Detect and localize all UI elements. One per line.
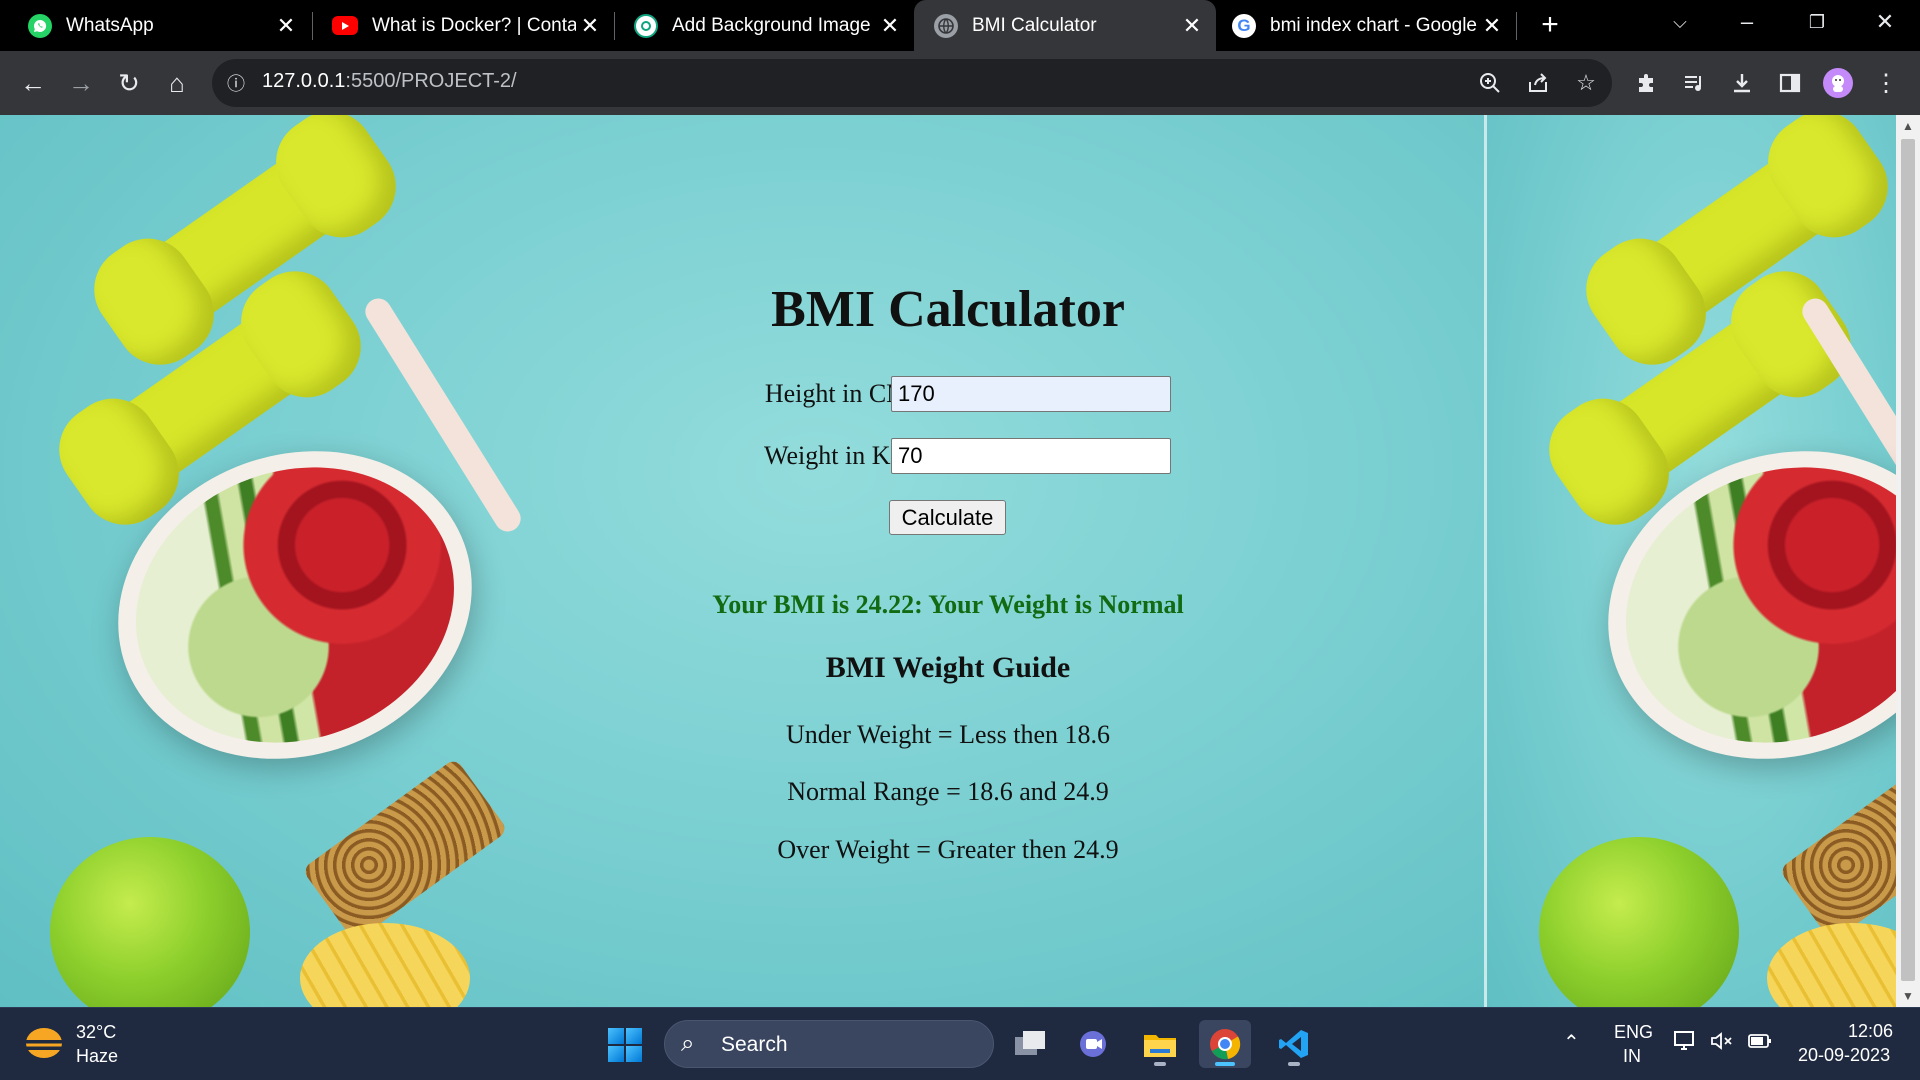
- url-host: 127.0.0.1: [262, 70, 346, 92]
- tab-title: WhatsApp: [66, 14, 154, 36]
- restore-button[interactable]: ❐: [1782, 0, 1852, 44]
- home-icon[interactable]: ⌂: [155, 61, 199, 105]
- clock-date[interactable]: 20-09-2023: [1798, 1045, 1890, 1066]
- url-text[interactable]: 127.0.0.1:5500/PROJECT-2/: [262, 70, 517, 93]
- file-explorer-icon[interactable]: [1134, 1020, 1186, 1068]
- background-image-tile-repeat: [1487, 115, 1896, 1007]
- granola-bar-image: [301, 757, 509, 943]
- tab-strip: WhatsApp ✕ What is Docker? | Contain ✕ A…: [0, 0, 1920, 51]
- clock-time[interactable]: 12:06: [1848, 1021, 1893, 1042]
- url-path: :5500/PROJECT-2/: [345, 70, 517, 92]
- chatgpt-icon: [634, 13, 658, 38]
- speaker-muted-icon[interactable]: [1710, 1030, 1734, 1057]
- show-hidden-icons-chevron-icon[interactable]: ⌃: [1563, 1030, 1580, 1055]
- weight-input[interactable]: [891, 438, 1171, 474]
- taskbar-search-box[interactable]: ⌕ Search: [664, 1020, 994, 1068]
- measuring-tape-image: [300, 923, 470, 1007]
- guide-overweight: Over Weight = Greater then 24.9: [777, 835, 1119, 864]
- close-tab-icon[interactable]: ✕: [272, 13, 300, 39]
- task-view-icon[interactable]: [1004, 1020, 1056, 1068]
- height-input[interactable]: [891, 376, 1171, 412]
- weather-condition[interactable]: Haze: [76, 1046, 118, 1067]
- page-title: BMI Calculator: [771, 281, 1125, 338]
- close-tab-icon[interactable]: ✕: [876, 13, 904, 39]
- media-queue-icon[interactable]: [1672, 61, 1716, 105]
- browser-toolbar: ← → ↻ ⌂ ⓘ 127.0.0.1:5500/PROJECT-2/ ☆ ⋮: [0, 51, 1920, 115]
- bookmark-star-icon[interactable]: ☆: [1564, 61, 1608, 105]
- page-scrollbar[interactable]: ▲ ▼: [1896, 115, 1920, 1007]
- side-panel-icon[interactable]: [1768, 61, 1812, 105]
- globe-icon: [934, 13, 958, 38]
- tab-separator: [1516, 12, 1517, 40]
- guide-underweight: Under Weight = Less then 18.6: [785, 720, 1111, 749]
- whatsapp-icon: [28, 13, 52, 38]
- extensions-puzzle-icon[interactable]: [1624, 61, 1668, 105]
- scroll-down-arrow-icon[interactable]: ▼: [1896, 985, 1920, 1007]
- new-tab-button[interactable]: +: [1532, 6, 1568, 44]
- minimize-button[interactable]: –: [1712, 0, 1782, 44]
- guide-normal: Normal Range = 18.6 and 24.9: [787, 777, 1109, 806]
- apple-image: [50, 837, 250, 1007]
- scroll-thumb[interactable]: [1901, 139, 1915, 981]
- windows-start-icon[interactable]: [608, 1028, 642, 1062]
- site-info-icon[interactable]: ⓘ: [214, 61, 258, 105]
- scroll-up-arrow-icon[interactable]: ▲: [1896, 115, 1920, 137]
- calculate-button[interactable]: Calculate: [889, 500, 1006, 535]
- google-icon: G: [1232, 13, 1256, 38]
- chrome-taskbar-icon[interactable]: [1199, 1020, 1251, 1068]
- apple-image: [1539, 837, 1739, 1007]
- back-arrow-icon[interactable]: ←: [11, 61, 55, 105]
- weight-guide-heading: BMI Weight Guide: [825, 651, 1071, 684]
- tab-title: bmi index chart - Google: [1270, 14, 1477, 36]
- tab-search-chevron-icon[interactable]: ⌵: [1645, 0, 1715, 44]
- battery-charging-icon[interactable]: [1747, 1030, 1773, 1057]
- background-image-tile: [0, 115, 1484, 1007]
- weather-haze-icon[interactable]: [26, 1028, 62, 1058]
- language-indicator[interactable]: ENG: [1614, 1022, 1653, 1043]
- avatar-icon: [1823, 68, 1853, 98]
- zoom-icon[interactable]: [1468, 61, 1512, 105]
- chrome-menu-icon[interactable]: ⋮: [1864, 61, 1908, 105]
- close-tab-icon[interactable]: ✕: [1178, 13, 1206, 39]
- search-label: Search: [721, 1033, 788, 1056]
- tab-background-image[interactable]: Add Background Image ir ✕: [614, 0, 914, 51]
- network-icon[interactable]: [1673, 1030, 1697, 1057]
- tab-title: Add Background Image ir: [672, 14, 876, 36]
- tab-bmi-calculator[interactable]: BMI Calculator ✕: [914, 0, 1216, 51]
- tab-whatsapp[interactable]: WhatsApp ✕: [0, 0, 310, 51]
- weather-temperature[interactable]: 32°C: [76, 1022, 116, 1043]
- close-window-button[interactable]: ✕: [1850, 0, 1920, 44]
- granola-bar-image: [1778, 757, 1896, 943]
- tab-title: BMI Calculator: [972, 14, 1097, 36]
- close-tab-icon[interactable]: ✕: [1478, 13, 1506, 39]
- reload-icon[interactable]: ↻: [107, 61, 151, 105]
- tab-docker-video[interactable]: What is Docker? | Contain ✕: [314, 0, 614, 51]
- profile-avatar[interactable]: [1816, 61, 1860, 105]
- web-page: BMI Calculator Height in CM : Weight in …: [0, 115, 1896, 1007]
- windows-taskbar: 32°C Haze ⌕ Search ⌃ ENG IN 12:06 20-09-…: [0, 1007, 1920, 1080]
- tab-separator: [312, 12, 313, 40]
- download-icon[interactable]: [1720, 61, 1764, 105]
- weight-row: Weight in KG :: [700, 438, 1196, 474]
- tab-title: What is Docker? | Contain: [372, 14, 576, 36]
- forward-arrow-icon[interactable]: →: [59, 61, 103, 105]
- share-icon[interactable]: [1516, 61, 1560, 105]
- search-icon: ⌕: [681, 1030, 695, 1057]
- close-tab-icon[interactable]: ✕: [576, 13, 604, 39]
- vscode-icon[interactable]: [1268, 1020, 1320, 1068]
- tab-google-search[interactable]: G bmi index chart - Google ✕: [1216, 0, 1516, 51]
- measuring-tape-image: [1767, 923, 1896, 1007]
- address-bar[interactable]: ⓘ 127.0.0.1:5500/PROJECT-2/ ☆: [212, 59, 1612, 107]
- bmi-result-text: Your BMI is 24.22: Your Weight is Normal: [712, 590, 1184, 619]
- region-indicator[interactable]: IN: [1623, 1046, 1641, 1067]
- teams-chat-icon[interactable]: [1068, 1020, 1120, 1068]
- youtube-icon: [332, 16, 358, 35]
- height-row: Height in CM :: [700, 376, 1196, 412]
